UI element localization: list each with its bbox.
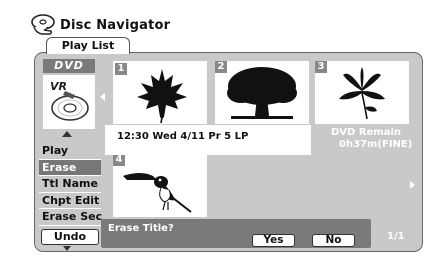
remain-label: DVD Remain (331, 127, 402, 138)
svg-text:VR: VR (50, 80, 67, 93)
remain-value: 0h37m(FINE) (339, 139, 413, 150)
vr-disc-icon: VR (43, 75, 95, 129)
title-thumbnail-3[interactable]: 3 (315, 61, 409, 124)
disc-hand-icon (31, 14, 55, 35)
disc-type-badge: DVD (43, 59, 95, 73)
lily-flower-icon (339, 67, 385, 120)
disc-remain-info: DVD Remain 0h37m(FINE) (331, 127, 412, 151)
side-menu: Play Erase Ttl Name Chpt Edit Erase Sec (39, 143, 102, 226)
menu-item-erase[interactable]: Erase (39, 159, 101, 176)
no-button[interactable]: No (312, 234, 355, 247)
header: Disc Navigator (30, 12, 170, 38)
thumbnail-number: 2 (215, 61, 227, 73)
menu-item-play[interactable]: Play (39, 143, 101, 160)
scroll-up-icon[interactable] (62, 131, 72, 137)
undo-button[interactable]: Undo (41, 229, 99, 245)
tab-play-list[interactable]: Play List (46, 37, 130, 54)
page-indicator: 1/1 (387, 231, 405, 242)
maple-leaf-icon (137, 69, 187, 124)
thumbnail-number: 4 (113, 154, 125, 166)
title-thumbnail-2[interactable]: 2 (215, 61, 309, 124)
confirm-dialog: Erase Title? Yes No (101, 219, 371, 248)
menu-item-chpt-edit[interactable]: Chpt Edit (39, 193, 101, 209)
thumbnail-number: 3 (315, 61, 327, 73)
yes-button[interactable]: Yes (252, 234, 295, 247)
thumbnail-number: 1 (115, 63, 127, 75)
title-thumbnail-4[interactable]: 4 (113, 154, 207, 217)
left-pointer-icon (100, 93, 105, 101)
toucan-bird-icon (123, 173, 192, 213)
title-info-bar: 12:30 Wed 4/11 Pr 5 LP (105, 125, 311, 155)
disc-navigator-screen: Disc Navigator Play List DVD VR Play Era… (0, 0, 439, 267)
title-info-text: 12:30 Wed 4/11 Pr 5 LP (117, 131, 249, 142)
menu-item-ttl-name[interactable]: Ttl Name (39, 176, 101, 193)
tree-icon (227, 67, 297, 119)
title-thumbnail-1[interactable]: 1 (113, 61, 207, 124)
main-panel: DVD VR Play Erase Ttl Name Chpt Edit Era… (34, 52, 423, 252)
confirm-prompt: Erase Title? (108, 223, 174, 234)
scroll-down-icon[interactable] (63, 246, 71, 251)
app-title: Disc Navigator (60, 17, 171, 33)
menu-item-erase-sec[interactable]: Erase Sec (39, 209, 102, 226)
next-page-icon[interactable] (410, 181, 415, 189)
